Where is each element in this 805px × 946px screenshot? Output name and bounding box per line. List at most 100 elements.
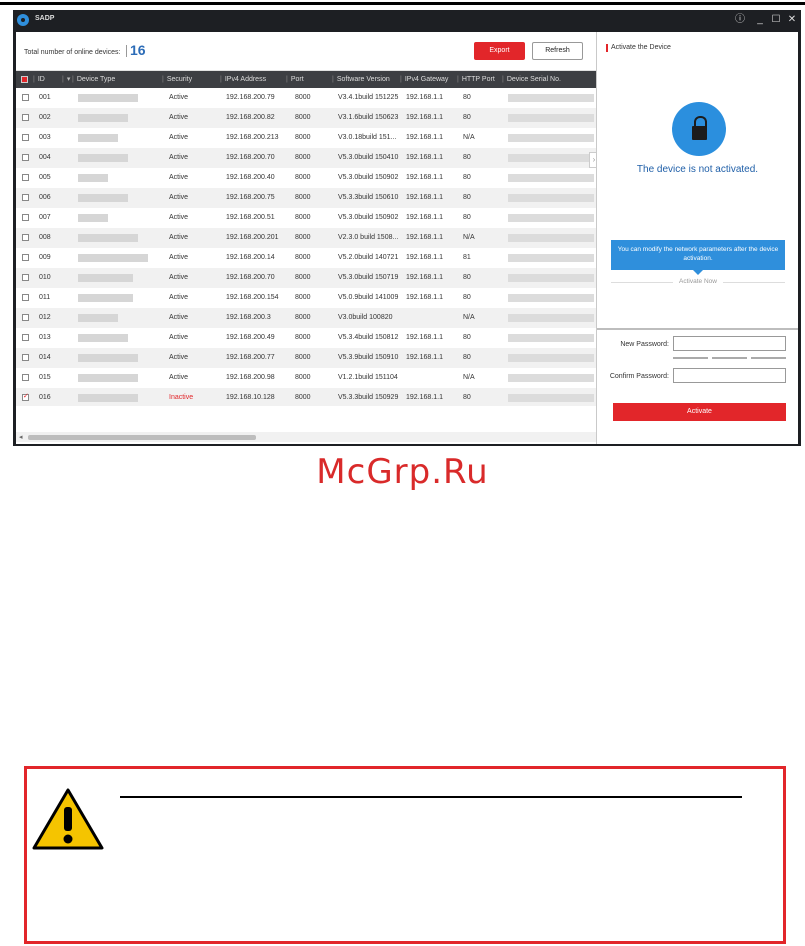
cell-port: 8000 (295, 94, 311, 101)
table-row[interactable]: 010 Active 192.168.200.70 8000 V5.3.0build 1… (16, 268, 596, 288)
cell-id: 006 (39, 194, 51, 201)
cell-software-version: V5.3.0build 150902 (338, 214, 399, 221)
column-header-security[interactable]: Security (162, 71, 192, 88)
column-header-software-version[interactable]: Software Version (332, 71, 390, 88)
row-checkbox[interactable] (22, 314, 29, 321)
column-header-http-port[interactable]: HTTP Port (457, 71, 495, 88)
row-checkbox[interactable] (22, 294, 29, 301)
divider (597, 328, 798, 330)
table-row[interactable]: 005 Active 192.168.200.40 8000 V5.3.0build 1… (16, 168, 596, 188)
redacted-device-type (78, 394, 138, 402)
cell-software-version: V3.1.6build 150623 (338, 114, 399, 121)
cell-port: 8000 (295, 154, 311, 161)
cell-security: Active (169, 214, 189, 221)
cell-id: 007 (39, 214, 51, 221)
cell-id: 008 (39, 234, 51, 241)
cell-software-version: V5.3.9build 150910 (338, 354, 399, 361)
cell-http-port: N/A (463, 134, 475, 141)
cell-ipv4-address: 192.168.200.70 (226, 274, 275, 281)
table-row[interactable]: 003 Active 192.168.200.213 8000 V3.0.18build… (16, 128, 596, 148)
scroll-left-icon[interactable]: ◂ (19, 433, 23, 441)
cell-http-port: N/A (463, 314, 475, 321)
cell-port: 8000 (295, 134, 311, 141)
table-row[interactable]: 015 Active 192.168.200.98 8000 V1.2.1build 1… (16, 368, 596, 388)
cell-software-version: V2.3.0 build 1508... (338, 234, 399, 241)
cell-ipv4-address: 192.168.200.70 (226, 154, 275, 161)
cell-ipv4-gateway: 192.168.1.1 (406, 334, 443, 341)
close-icon[interactable]: ✕ (785, 13, 799, 27)
table-row[interactable]: 012 Active 192.168.200.3 8000 V3.0build 1008… (16, 308, 596, 328)
redacted-serial-no (508, 354, 594, 362)
cell-security: Active (169, 294, 189, 301)
minimize-icon[interactable]: _ (753, 13, 767, 27)
table-row[interactable]: 006 Active 192.168.200.75 8000 V5.3.3build 1… (16, 188, 596, 208)
column-header-port[interactable]: Port (286, 71, 304, 88)
row-checkbox[interactable] (22, 214, 29, 221)
cell-ipv4-gateway: 192.168.1.1 (406, 294, 443, 301)
confirm-password-field[interactable] (673, 368, 786, 383)
export-button[interactable]: Export (474, 42, 525, 60)
redacted-device-type (78, 274, 133, 282)
row-checkbox[interactable] (22, 154, 29, 161)
cell-software-version: V5.3.0build 150719 (338, 274, 399, 281)
table-row[interactable]: 004 Active 192.168.200.70 8000 V5.3.0build 1… (16, 148, 596, 168)
scrollbar-thumb[interactable] (28, 435, 256, 440)
cell-security: Active (169, 254, 189, 261)
redacted-serial-no (508, 194, 594, 202)
cell-id: 004 (39, 154, 51, 161)
redacted-serial-no (508, 254, 594, 262)
row-checkbox[interactable] (22, 274, 29, 281)
cell-ipv4-address: 192.168.200.79 (226, 94, 275, 101)
row-checkbox[interactable] (22, 234, 29, 241)
cell-software-version: V5.3.0build 150902 (338, 174, 399, 181)
row-checkbox[interactable] (22, 194, 29, 201)
redacted-serial-no (508, 294, 594, 302)
cell-http-port: 80 (463, 274, 471, 281)
table-row[interactable]: 002 Active 192.168.200.82 8000 V3.1.6build 1… (16, 108, 596, 128)
maximize-icon[interactable]: ☐ (769, 13, 783, 27)
select-all-checkbox[interactable] (21, 76, 28, 83)
row-checkbox[interactable] (22, 354, 29, 361)
row-checkbox[interactable] (22, 94, 29, 101)
info-icon[interactable]: ⓘ (733, 13, 747, 27)
column-header-ipv4-gateway[interactable]: IPv4 Gateway (400, 71, 449, 88)
table-row[interactable]: 016 Inactive 192.168.10.128 8000 V5.3.3build… (16, 388, 596, 406)
activate-now-link[interactable]: Activate Now (611, 278, 785, 285)
column-header-serial-no[interactable]: Device Serial No. (502, 71, 561, 88)
column-header-ipv4-address[interactable]: IPv4 Address (220, 71, 266, 88)
confirm-password-label: Confirm Password: (609, 373, 669, 380)
cell-id: 001 (39, 94, 51, 101)
cell-security: Active (169, 134, 189, 141)
table-row[interactable]: 008 Active 192.168.200.201 8000 V2.3.0 build… (16, 228, 596, 248)
row-checkbox[interactable] (22, 334, 29, 341)
cell-ipv4-address: 192.168.200.77 (226, 354, 275, 361)
cell-port: 8000 (295, 314, 311, 321)
table-row[interactable]: 007 Active 192.168.200.51 8000 V5.3.0build 1… (16, 208, 596, 228)
table-row[interactable]: 011 Active 192.168.200.154 8000 V5.0.9build … (16, 288, 596, 308)
warning-icon (32, 788, 104, 850)
cell-ipv4-gateway: 192.168.1.1 (406, 174, 443, 181)
refresh-button[interactable]: Refresh (532, 42, 583, 60)
device-list-panel: Total number of online devices: 16 Expor… (16, 32, 599, 444)
column-header-device-type[interactable]: Device Type (72, 71, 115, 88)
row-checkbox[interactable] (22, 174, 29, 181)
row-checkbox[interactable] (22, 114, 29, 121)
table-row[interactable]: 014 Active 192.168.200.77 8000 V5.3.9build 1… (16, 348, 596, 368)
redacted-device-type (78, 154, 128, 162)
sort-arrow-icon[interactable]: ▾ (62, 71, 71, 88)
new-password-field[interactable] (673, 336, 786, 351)
cell-software-version: V3.0.18build 151... (338, 134, 397, 141)
row-checkbox[interactable] (22, 254, 29, 261)
cell-ipv4-gateway: 192.168.1.1 (406, 194, 443, 201)
cell-http-port: 80 (463, 114, 471, 121)
row-checkbox[interactable] (22, 374, 29, 381)
row-checkbox[interactable] (22, 392, 29, 401)
table-row[interactable]: 013 Active 192.168.200.49 8000 V5.3.4build 1… (16, 328, 596, 348)
row-checkbox[interactable] (22, 134, 29, 141)
new-password-label: New Password: (620, 341, 669, 348)
table-row[interactable]: 001 Active 192.168.200.79 8000 V3.4.1build 1… (16, 88, 596, 108)
horizontal-scrollbar[interactable]: ◂ (16, 432, 596, 442)
column-header-id[interactable]: ID (33, 71, 45, 88)
activate-button[interactable]: Activate (613, 403, 786, 421)
table-row[interactable]: 009 Active 192.168.200.14 8000 V5.2.0build 1… (16, 248, 596, 268)
